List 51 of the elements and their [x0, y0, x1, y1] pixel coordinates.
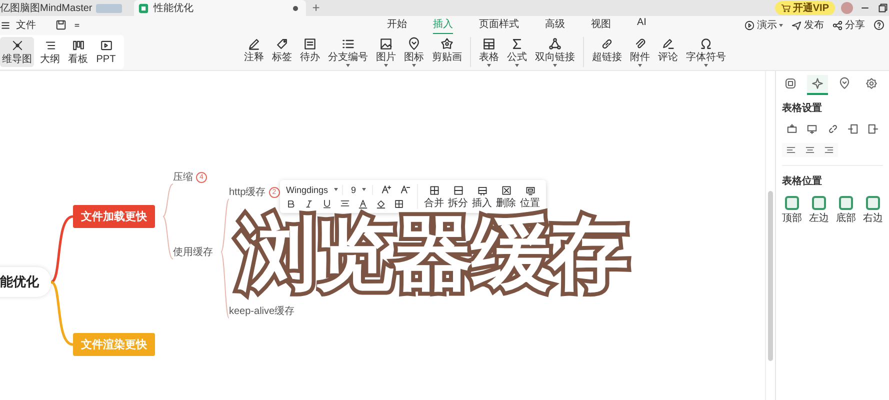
ribbon-button[interactable]: 公式: [507, 37, 527, 67]
menu-tab[interactable]: 高级: [545, 15, 565, 35]
ribbon-button[interactable]: 图片: [376, 37, 396, 67]
position-option[interactable]: 左边: [809, 196, 829, 224]
section-heading: 表格位置: [782, 174, 823, 188]
subtopic[interactable]: keep-alive缓存: [229, 304, 295, 318]
ribbon-button[interactable]: 注释: [244, 37, 264, 67]
ribbon-button[interactable]: 字体符号: [686, 37, 726, 67]
ribbon-button[interactable]: 标签: [272, 37, 292, 67]
view-mode-button[interactable]: 维导图: [0, 37, 34, 67]
ribbon-button[interactable]: 剪贴画: [432, 37, 462, 67]
menu-tab[interactable]: 开始: [387, 15, 407, 35]
subtopic[interactable]: 压缩: [173, 170, 193, 184]
view-mode-button[interactable]: 大纲: [38, 37, 62, 67]
position-option[interactable]: 右边: [863, 196, 883, 224]
menu-tab[interactable]: 页面样式: [479, 15, 519, 35]
document-tab[interactable]: 亿图脑图MindMaster: [0, 0, 128, 16]
ribbon-button[interactable]: 评论: [658, 37, 678, 67]
subtopic[interactable]: 使用缓存: [173, 245, 213, 259]
new-tab-button[interactable]: +: [312, 1, 320, 15]
vip-button[interactable]: 开通VIP: [774, 1, 835, 15]
table-action-button[interactable]: 插入: [472, 184, 492, 208]
document-tab[interactable]: 性能优化: [134, 0, 306, 16]
menu-tab[interactable]: AI: [637, 15, 646, 35]
ribbon-button[interactable]: 附件: [630, 37, 650, 67]
ribbon-button[interactable]: 图标: [404, 37, 424, 67]
branch-topic[interactable]: 文件加载更快: [73, 205, 155, 228]
ribbon-button[interactable]: 表格: [479, 37, 499, 67]
ribbon-button[interactable]: 超链接: [592, 37, 622, 67]
toolbar-button[interactable]: 分享: [832, 18, 865, 32]
table-action-button[interactable]: 合并: [424, 184, 444, 208]
caption-overlay: 浏览器缓存: [232, 209, 632, 299]
table-action-button[interactable]: 删除: [496, 184, 516, 208]
font-dropdown[interactable]: Wingdings: [286, 184, 343, 194]
ribbon-button[interactable]: 分支编号: [328, 37, 368, 67]
ribbon-button[interactable]: 双向链接: [535, 37, 575, 67]
view-mode-button[interactable]: 看板: [66, 37, 90, 67]
position-option[interactable]: 顶部: [782, 196, 802, 224]
toolbar-button[interactable]: 演示: [744, 18, 783, 32]
table-action-button[interactable]: 位置: [520, 184, 540, 208]
table-action-button[interactable]: 拆分: [448, 184, 468, 208]
menu-tab[interactable]: 视图: [591, 15, 611, 35]
ribbon-button[interactable]: 待办: [300, 37, 320, 67]
position-option[interactable]: 底部: [836, 196, 856, 224]
root-topic[interactable]: 能优化: [0, 267, 51, 297]
view-mode-button[interactable]: PPT: [94, 37, 118, 67]
toolbar-button[interactable]: 发布: [791, 18, 824, 32]
section-heading: 表格设置: [782, 102, 823, 115]
subtopic[interactable]: http缓存: [229, 185, 266, 199]
file-menu[interactable]: 文件: [16, 18, 36, 32]
font-size-dropdown[interactable]: 9: [351, 184, 374, 194]
